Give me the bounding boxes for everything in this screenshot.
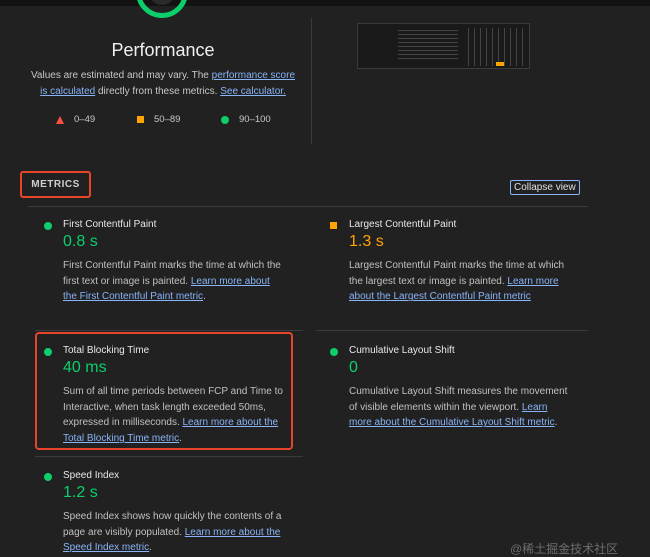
metric-value: 1.2 s — [63, 484, 98, 501]
metric-title: Speed Index — [63, 470, 120, 481]
pass-circle-icon — [330, 348, 338, 356]
metric-first-contentful-paint: First Contentful Paint 0.8 s First Conte… — [44, 219, 284, 319]
circle-icon — [221, 115, 229, 124]
metric-value: 0 — [349, 359, 358, 376]
metric-title: First Contentful Paint — [63, 219, 157, 230]
divider — [35, 330, 303, 331]
metric-description: Cumulative Layout Shift measures the mov… — [349, 386, 568, 429]
highlight-box — [35, 332, 293, 450]
legend-fail-label: 0–49 — [74, 114, 96, 125]
divider — [35, 456, 303, 457]
metric-description: First Contentful Paint marks the time at… — [63, 260, 281, 303]
legend-pass: 90–100 — [221, 114, 271, 125]
metric-value: 1.3 s — [349, 233, 384, 250]
divider — [316, 330, 588, 331]
metric-title: Largest Contentful Paint — [349, 219, 457, 230]
square-icon — [137, 116, 144, 123]
legend-average-label: 50–89 — [154, 114, 181, 125]
performance-title: Performance — [111, 40, 215, 60]
see-calculator-link[interactable]: See calculator. — [220, 86, 286, 97]
metric-cumulative-layout-shift: Cumulative Layout Shift 0 Cumulative Lay… — [330, 345, 570, 445]
divider — [28, 206, 588, 207]
top-bar — [0, 0, 650, 6]
watermark: @稀土掘金技术社区 — [510, 542, 619, 556]
metric-description: Largest Contentful Paint marks the time … — [349, 260, 565, 303]
metrics-heading: METRICS — [20, 171, 91, 198]
pass-circle-icon — [44, 473, 52, 481]
performance-description: Values are estimated and may vary. The p… — [30, 70, 296, 97]
metric-largest-contentful-paint: Largest Contentful Paint 1.3 s Largest C… — [330, 219, 570, 319]
legend-average: 50–89 — [137, 114, 180, 125]
pass-circle-icon — [44, 222, 52, 230]
metric-title: Cumulative Layout Shift — [349, 345, 455, 356]
average-square-icon — [330, 222, 337, 229]
metric-speed-index: Speed Index 1.2 s Speed Index shows how … — [44, 470, 284, 553]
page-screenshot-thumbnail[interactable] — [357, 23, 530, 69]
legend-pass-label: 90–100 — [239, 114, 271, 125]
collapse-view-button[interactable]: Collapse view — [510, 180, 580, 195]
metric-value: 0.8 s — [63, 233, 98, 250]
vertical-divider — [311, 18, 312, 144]
legend-fail: 0–49 — [56, 114, 95, 125]
metric-description: Speed Index shows how quickly the conten… — [63, 511, 282, 554]
triangle-icon — [56, 115, 64, 124]
performance-gauge — [136, 0, 188, 18]
